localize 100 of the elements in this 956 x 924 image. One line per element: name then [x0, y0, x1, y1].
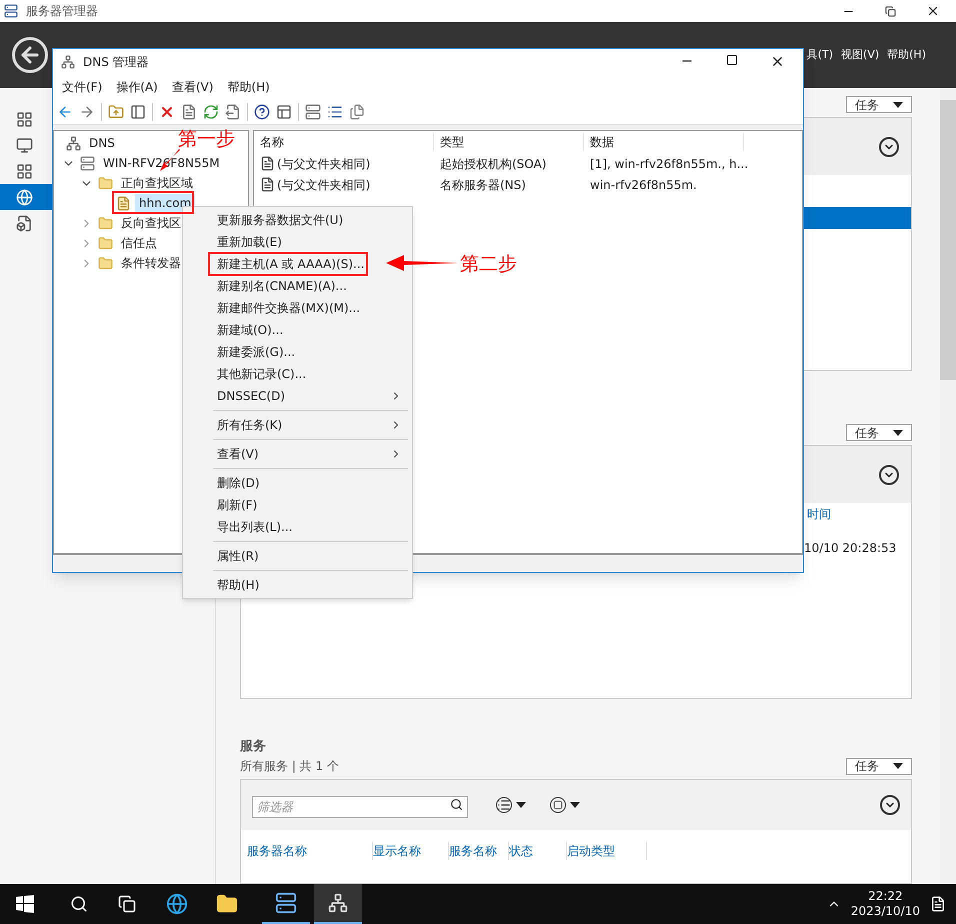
table-cell-text: 名称服务器(NS)	[440, 176, 526, 194]
save-icon[interactable]	[550, 796, 580, 812]
column-header[interactable]: 服务名称	[449, 842, 509, 860]
restore-icon[interactable]	[885, 6, 896, 16]
delete-icon[interactable]	[159, 104, 175, 120]
table-cell-text: (与父文件夹相同)	[277, 156, 370, 172]
menu-item[interactable]: 文件(F)	[62, 78, 102, 96]
task-view-icon[interactable]	[118, 895, 136, 913]
menu-item[interactable]: 其他新记录(C)...	[217, 366, 306, 382]
table-cell-text: (与父文件夹相同)	[277, 176, 370, 194]
tree-item[interactable]: 正向查找区域	[117, 174, 197, 192]
panel-icon[interactable]	[276, 104, 292, 120]
clock-date[interactable]: 2023/10/10	[850, 904, 920, 919]
menu-item[interactable]: 删除(D)	[217, 476, 260, 490]
menu-item[interactable]: 具(T)	[806, 46, 834, 64]
tree-item[interactable]: DNS	[85, 134, 119, 152]
tasks-dropdown[interactable]: 任务	[846, 424, 912, 441]
search-icon[interactable]	[450, 798, 463, 810]
column-header[interactable]: 状态	[509, 842, 567, 860]
menu-item[interactable]: 帮助(H)	[887, 46, 926, 64]
close-icon[interactable]	[770, 54, 785, 69]
browser-icon[interactable]	[166, 893, 188, 915]
menu-item[interactable]: 重新加载(E)	[217, 234, 282, 250]
tasks-dropdown[interactable]: 任务	[846, 758, 912, 774]
column-header[interactable]: 时间	[807, 505, 831, 523]
export-icon[interactable]	[225, 104, 241, 120]
notification-icon[interactable]	[930, 896, 946, 912]
section-subtitle: 所有服务 | 共 1 个	[240, 758, 339, 774]
expand-icon[interactable]	[880, 794, 900, 814]
menu-item[interactable]: 导出列表(L)...	[217, 520, 292, 534]
nav-icon	[16, 136, 33, 154]
menu-item[interactable]: 帮助(H)	[217, 578, 260, 592]
menu-item[interactable]: 帮助(H)	[227, 78, 270, 96]
tree-item[interactable]: 反向查找区	[117, 214, 185, 232]
menu-item[interactable]: 更新服务器数据文件(U)	[217, 212, 344, 228]
folder-icon[interactable]	[216, 893, 238, 915]
tree-item[interactable]: 条件转发器	[117, 254, 185, 272]
server-icon[interactable]	[305, 104, 321, 120]
table-cell-text: 起始授权机构(SOA)	[440, 156, 546, 172]
sidebar-item[interactable]	[0, 184, 52, 210]
column-header[interactable]: 服务器名称	[247, 842, 373, 860]
list-view-icon[interactable]	[496, 796, 526, 812]
folder-icon	[98, 236, 113, 250]
menu-item[interactable]: 新建别名(CNAME)(A)...	[217, 278, 347, 294]
filter-field[interactable]: 筛选器	[252, 796, 468, 818]
annotation-text: 第二步	[460, 252, 517, 277]
column-header[interactable]: 数据	[584, 133, 744, 151]
window-title: 服务器管理器	[26, 3, 98, 20]
back-button[interactable]	[12, 37, 48, 73]
expand-icon[interactable]	[879, 136, 899, 156]
menu-item[interactable]: 新建域(O)...	[217, 322, 284, 338]
column-header[interactable]: 启动类型	[567, 842, 647, 860]
folder-icon	[98, 176, 113, 190]
taskbar-app[interactable]	[314, 884, 362, 924]
column-header[interactable]: 名称	[254, 133, 434, 151]
menu-item[interactable]: 新建主机(A 或 AAAA)(S)...	[217, 256, 364, 272]
menu-item[interactable]: 视图(V)	[841, 46, 880, 64]
document-icon[interactable]	[181, 104, 197, 120]
menu-item[interactable]: DNSSEC(D)	[217, 388, 286, 404]
tree-item[interactable]: hhn.com	[135, 194, 196, 212]
clock-time[interactable]: 22:22	[868, 889, 903, 904]
app-icon	[61, 54, 75, 68]
server-icon	[80, 156, 95, 170]
refresh-icon[interactable]	[203, 104, 219, 120]
column-header[interactable]: 类型	[434, 133, 584, 151]
menu-item[interactable]: 刷新(F)	[217, 498, 258, 512]
menu-item[interactable]: 所有任务(K)	[217, 418, 282, 432]
caret-icon	[893, 763, 903, 769]
copy-icon[interactable]	[349, 104, 365, 120]
folder-icon	[98, 216, 113, 230]
menu-item[interactable]: 属性(R)	[217, 548, 259, 564]
maximize-icon[interactable]	[726, 54, 738, 66]
folder-up-icon[interactable]	[108, 104, 124, 120]
nav-icon	[16, 214, 33, 232]
table-cell-text: win-rfv26f8n55m.	[590, 176, 697, 194]
caret-icon	[893, 102, 903, 108]
column-header[interactable]: 显示名称	[373, 842, 449, 860]
panel-icon[interactable]	[130, 104, 146, 120]
menu-item[interactable]: 新建邮件交换器(MX)(M)...	[217, 300, 360, 316]
expand-icon[interactable]	[879, 464, 899, 484]
menu-item[interactable]: 操作(A)	[116, 78, 158, 96]
nav-icon	[16, 110, 33, 128]
start-icon[interactable]	[16, 895, 34, 913]
back-icon[interactable]	[57, 104, 73, 120]
forward-icon[interactable]	[79, 104, 95, 120]
help-icon[interactable]	[254, 104, 270, 120]
close-icon[interactable]	[926, 4, 940, 18]
server-icon	[275, 892, 297, 914]
menu-item[interactable]: 查看(V)	[217, 446, 259, 462]
search-icon[interactable]	[70, 895, 88, 913]
tree-item[interactable]: 信任点	[117, 234, 161, 252]
scrollbar[interactable]	[940, 88, 956, 884]
list-icon[interactable]	[327, 104, 343, 120]
nav-icon	[16, 188, 33, 206]
menu-item[interactable]: 查看(V)	[172, 78, 214, 96]
caret-icon	[893, 430, 903, 436]
tasks-dropdown[interactable]: 任务	[846, 96, 912, 113]
menu-item[interactable]: 新建委派(G)...	[217, 344, 296, 360]
record-icon	[260, 177, 275, 192]
section-title: 服务	[240, 738, 267, 756]
